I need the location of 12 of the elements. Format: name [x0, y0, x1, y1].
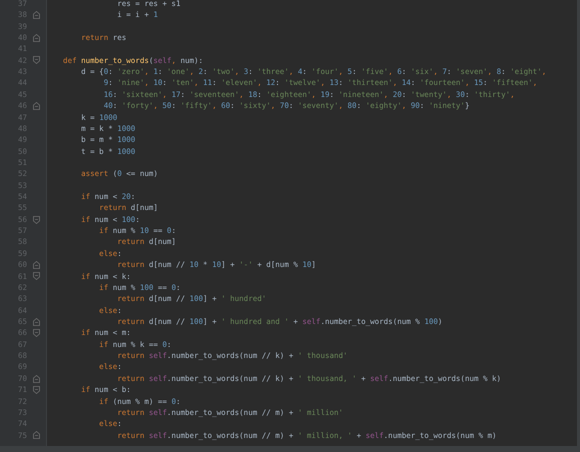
- fold-icon[interactable]: [32, 374, 40, 383]
- fold-icon[interactable]: [32, 386, 40, 394]
- fold-icon[interactable]: [32, 34, 40, 42]
- fold-icon[interactable]: [32, 318, 40, 326]
- fold-icon[interactable]: [32, 272, 40, 280]
- fold-icon[interactable]: [32, 56, 40, 64]
- fold-icon[interactable]: [32, 329, 40, 338]
- fold-icon[interactable]: [32, 431, 40, 440]
- fold-icon[interactable]: [32, 260, 40, 269]
- fold-icon[interactable]: [32, 102, 40, 110]
- fold-icon[interactable]: [32, 216, 40, 224]
- fold-icon[interactable]: [32, 11, 40, 20]
